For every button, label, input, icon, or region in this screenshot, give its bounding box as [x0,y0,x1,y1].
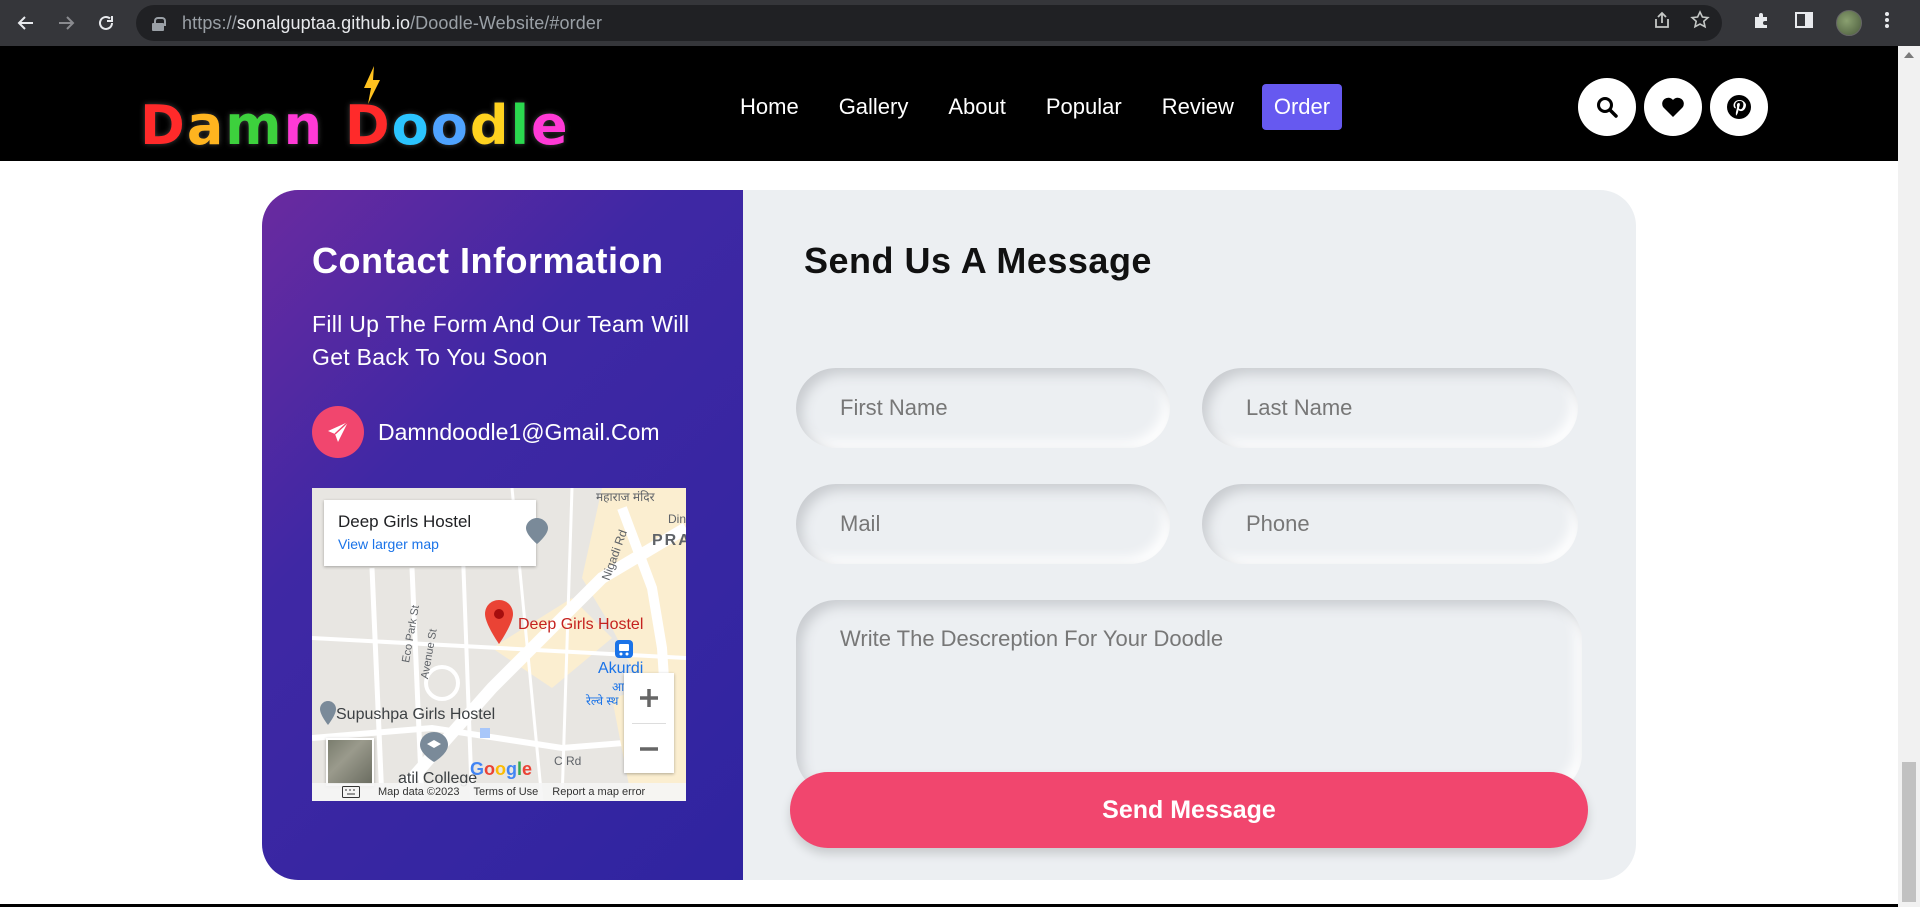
map-card-title: Deep Girls Hostel [338,512,472,531]
forward-icon[interactable] [46,3,86,43]
site-logo[interactable]: Damn Doodle [140,94,570,157]
map-pin-label: Deep Girls Hostel [518,616,644,633]
lightning-bolt-icon [364,66,380,104]
zoom-in-icon[interactable] [624,673,674,723]
scrollbar-thumb[interactable] [1902,762,1916,902]
nav-about[interactable]: About [928,84,1026,130]
map-road-maharaj: महाराज मंदिर [596,490,655,504]
description-field[interactable] [796,600,1582,794]
page-viewport: Damn Doodle Home Gallery About Popular R… [0,46,1898,907]
map-road-c: C Rd [554,754,582,768]
send-message-button[interactable]: Send Message [790,772,1588,848]
map-road-railway: रेल्वे स्थ [586,694,619,708]
bookmark-star-icon[interactable] [1690,10,1710,36]
nav-review[interactable]: Review [1142,84,1254,130]
logo-letter: e [531,94,570,157]
address-bar[interactable]: https://sonalguptaa.github.io/Doodle-Web… [136,5,1722,41]
contact-info-subtitle: Fill Up The Form And Our Team Will Get B… [312,311,690,370]
logo-letter: l [510,94,532,157]
heart-icon[interactable] [1644,78,1702,136]
logo-letter: o [430,94,470,157]
contact-info-title: Contact Information [312,240,664,281]
phone-field[interactable] [1202,484,1578,564]
email-address[interactable]: Damndoodle1@Gmail.Com [378,419,660,446]
nav-home[interactable]: Home [720,84,819,130]
page-scrollbar[interactable] [1898,46,1920,907]
scroll-up-icon[interactable] [1904,52,1914,58]
map-zoom-controls [624,673,674,773]
browser-toolbar: https://sonalguptaa.github.io/Doodle-Web… [0,0,1920,46]
lock-icon [152,17,166,31]
contact-info-panel: Contact Information Fill Up The Form And… [262,190,743,880]
site-header: Damn Doodle Home Gallery About Popular R… [0,46,1898,161]
contact-card: Contact Information Fill Up The Form And… [262,190,1636,880]
logo-letter: n [283,94,325,157]
menu-dots-icon[interactable] [1884,10,1890,36]
profile-avatar[interactable] [1836,10,1862,36]
nav-popular[interactable]: Popular [1026,84,1142,130]
map-info-card: Deep Girls Hostel View larger map [324,500,536,566]
last-name-field[interactable] [1202,368,1578,448]
satellite-toggle[interactable] [326,738,374,786]
place-marker-icon[interactable] [320,701,336,725]
mail-field[interactable] [796,484,1170,564]
map-place-supushpa: Supushpa Girls Hostel [336,706,496,723]
logo-letter: d [469,94,511,157]
report-map-error-link[interactable]: Report a map error [552,786,645,798]
map-footer: Map data ©2023 Terms of Use Report a map… [312,783,686,801]
url-text: https://sonalguptaa.github.io/Doodle-Web… [182,12,603,33]
first-name-field[interactable] [796,368,1170,448]
school-marker-icon[interactable] [420,732,448,762]
logo-letter: D [140,94,187,157]
side-panel-icon[interactable] [1794,10,1814,36]
logo-letter: m [225,94,284,157]
map-place-pra: PRA [652,532,686,549]
train-station-icon[interactable] [615,640,633,658]
terms-of-use-link[interactable]: Terms of Use [474,786,539,798]
email-row: Damndoodle1@Gmail.Com [312,406,660,458]
nav-order[interactable]: Order [1261,84,1343,130]
extensions-icon[interactable] [1752,10,1772,36]
temple-marker-icon[interactable] [526,518,548,544]
reload-icon[interactable] [86,3,126,43]
view-larger-map-link[interactable]: View larger map [338,536,522,552]
google-logo: Google [470,759,533,779]
map-pin-icon[interactable] [484,600,514,644]
back-icon[interactable] [6,3,46,43]
share-icon[interactable] [1652,10,1672,36]
paper-plane-icon [312,406,364,458]
keyboard-icon[interactable] [342,786,360,801]
logo-letter: a [186,94,226,157]
form-title: Send Us A Message [804,240,1152,281]
map-data-credit: Map data ©2023 [378,786,460,798]
nav-gallery[interactable]: Gallery [819,84,929,130]
embedded-map[interactable]: Deep Girls Hostel View larger map Deep G… [312,488,686,801]
pinterest-icon[interactable] [1710,78,1768,136]
logo-letter: o [391,94,431,157]
zoom-out-icon[interactable] [624,724,674,774]
search-icon[interactable] [1578,78,1636,136]
main-nav: Home Gallery About Popular Review Order [720,84,1343,130]
logo-letter [324,94,345,157]
map-road-din: Din [668,512,686,526]
